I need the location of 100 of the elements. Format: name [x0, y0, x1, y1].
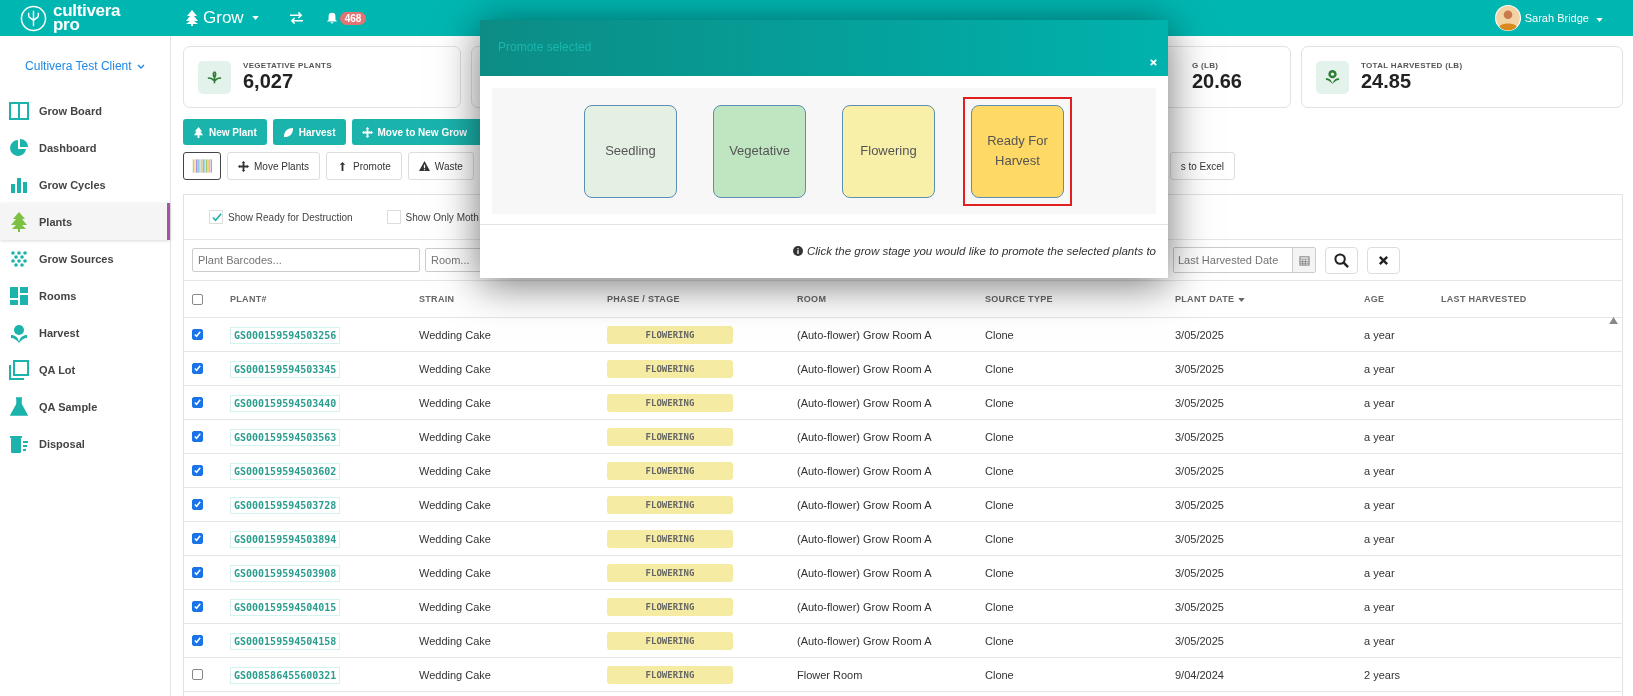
stage-card[interactable]: Vegetative — [713, 104, 806, 198]
stage-option[interactable]: Ready For Harvest — [963, 96, 1072, 206]
stage-badge: FLOWERING — [607, 529, 733, 548]
stage-card[interactable]: Ready For Harvest — [971, 104, 1064, 198]
plant-id-link[interactable]: GS000159594503563 — [230, 428, 341, 446]
plant-id-link[interactable]: GS000159594503602 — [230, 462, 341, 480]
sidebar-item[interactable]: Plants — [0, 203, 170, 240]
select-all-checkbox[interactable] — [192, 293, 203, 305]
row-checkbox[interactable] — [192, 465, 203, 476]
sidebar-item[interactable]: Harvest — [0, 314, 170, 351]
client-dropdown[interactable]: Cultivera Test Client — [19, 58, 151, 74]
column-header[interactable]: LAST HARVESTED — [1441, 294, 1622, 304]
tree-icon — [193, 126, 204, 138]
checkbox[interactable] — [386, 210, 401, 224]
logo-icon — [20, 4, 47, 32]
row-checkbox[interactable] — [192, 669, 203, 680]
row-checkbox[interactable] — [192, 635, 203, 646]
scroll-up-icon[interactable] — [1609, 317, 1618, 324]
table-cell-text: Wedding Cake — [419, 464, 492, 477]
sidebar-item[interactable]: Disposal — [0, 425, 170, 462]
clear-button[interactable] — [1367, 246, 1400, 274]
stage-card[interactable]: Seedling — [584, 104, 677, 198]
stage-option[interactable]: Flowering — [834, 96, 943, 206]
table-cell-text: Clone — [985, 362, 1015, 375]
plant-id-link[interactable]: GS000159594503728 — [230, 496, 341, 514]
stat-label: VEGETATIVE PLANTS — [243, 61, 332, 70]
sidebar-item[interactable]: Rooms — [0, 277, 170, 314]
stage-card[interactable]: Flowering — [842, 104, 935, 198]
column-header[interactable]: PLANT# — [230, 294, 419, 304]
swap-icon[interactable] — [288, 12, 304, 24]
table-cell-text: a year — [1364, 362, 1396, 375]
table-cell-text: 3/05/2025 — [1175, 600, 1225, 613]
barcode-icon — [192, 159, 212, 173]
table-cell-text: Wedding Cake — [419, 396, 492, 409]
tool-button[interactable]: Move Plants — [227, 152, 321, 180]
table-cell-text: 2 years — [1364, 668, 1402, 681]
close-icon[interactable] — [1149, 58, 1158, 67]
search-button[interactable] — [1325, 246, 1358, 274]
barcode-button[interactable] — [183, 152, 221, 180]
column-header[interactable]: SOURCE TYPE — [985, 294, 1175, 304]
table-cell-text: (Auto-flower) Grow Room A — [797, 566, 933, 579]
sidebar-item[interactable]: QA Lot — [0, 351, 170, 388]
plant-id-link[interactable]: GS000159594503345 — [230, 360, 341, 378]
row-checkbox[interactable] — [192, 397, 203, 408]
table-cell-text: Clone — [985, 498, 1015, 511]
plant-id-link[interactable]: GS000159594503908 — [230, 564, 341, 582]
sidebar-item[interactable]: Grow Sources — [0, 240, 170, 277]
table-cell-text: (Auto-flower) Grow Room A — [797, 396, 933, 409]
sort-icon — [1238, 298, 1246, 302]
stage-badge: FLOWERING — [607, 597, 733, 616]
table-cell-text: a year — [1364, 634, 1396, 647]
checkbox-label: Show Ready for Destruction — [228, 211, 353, 223]
logo-text: pro — [53, 18, 80, 32]
warning-icon — [418, 160, 430, 172]
pie-chart-icon — [9, 137, 29, 158]
table-cell-text: 3/05/2025 — [1175, 328, 1225, 341]
table-cell-text: a year — [1364, 532, 1396, 545]
plant-id-link[interactable]: GS000159594503256 — [230, 326, 341, 344]
sidebar-item[interactable]: QA Sample — [0, 388, 170, 425]
export-button[interactable]: s to Excel — [1169, 152, 1235, 180]
column-header[interactable]: ROOM — [797, 294, 985, 304]
stage-badge: FLOWERING — [607, 359, 733, 378]
row-checkbox[interactable] — [192, 329, 203, 340]
tool-button[interactable]: Waste — [407, 152, 474, 180]
table-cell-text: Wedding Cake — [419, 498, 492, 511]
column-header[interactable]: PHASE / STAGE — [607, 294, 797, 304]
sidebar-item[interactable]: Grow Cycles — [0, 166, 170, 203]
plant-id-link[interactable]: GS000159594503894 — [230, 530, 341, 548]
barcode-field[interactable]: Plant Barcodes... — [192, 248, 420, 272]
row-checkbox[interactable] — [192, 363, 203, 374]
stage-option[interactable]: Vegetative — [705, 96, 814, 206]
row-checkbox[interactable] — [192, 533, 203, 544]
column-header[interactable]: PLANT DATE — [1175, 294, 1364, 304]
plant-id-link[interactable]: GS000159594504015 — [230, 598, 341, 616]
tree-icon — [185, 10, 199, 26]
date-field[interactable]: Last Harvested Date — [1173, 247, 1316, 273]
plant-id-link[interactable]: GS008586455600321 — [230, 666, 341, 684]
stage-option[interactable]: Seedling — [576, 96, 685, 206]
stage-badge: FLOWERING — [607, 563, 733, 582]
row-checkbox[interactable] — [192, 431, 203, 442]
bell-icon[interactable] — [325, 12, 338, 24]
column-header[interactable]: AGE — [1364, 294, 1441, 304]
stage-badge: FLOWERING — [607, 393, 733, 412]
row-checkbox[interactable] — [192, 601, 203, 612]
plant-id-link[interactable]: GS000159594504158 — [230, 632, 341, 650]
stage-badge: FLOWERING — [607, 325, 733, 344]
table-cell-text: (Auto-flower) Grow Room A — [797, 634, 933, 647]
table-cell-text: 3/05/2025 — [1175, 430, 1225, 443]
sidebar-item[interactable]: Grow Board — [0, 92, 170, 129]
row-checkbox[interactable] — [192, 567, 203, 578]
plant-id-link[interactable]: GS000159594503440 — [230, 394, 341, 412]
stat-value: 20.66 — [1191, 70, 1242, 93]
row-checkbox[interactable] — [192, 499, 203, 510]
table-cell-text: 3/05/2025 — [1175, 396, 1225, 409]
flask-icon — [9, 396, 29, 417]
checkbox[interactable] — [209, 210, 223, 224]
tool-button[interactable]: Promote — [326, 152, 402, 180]
column-header[interactable]: STRAIN — [419, 294, 607, 304]
stage-badge: FLOWERING — [607, 631, 733, 650]
sidebar-item[interactable]: Dashboard — [0, 129, 170, 166]
